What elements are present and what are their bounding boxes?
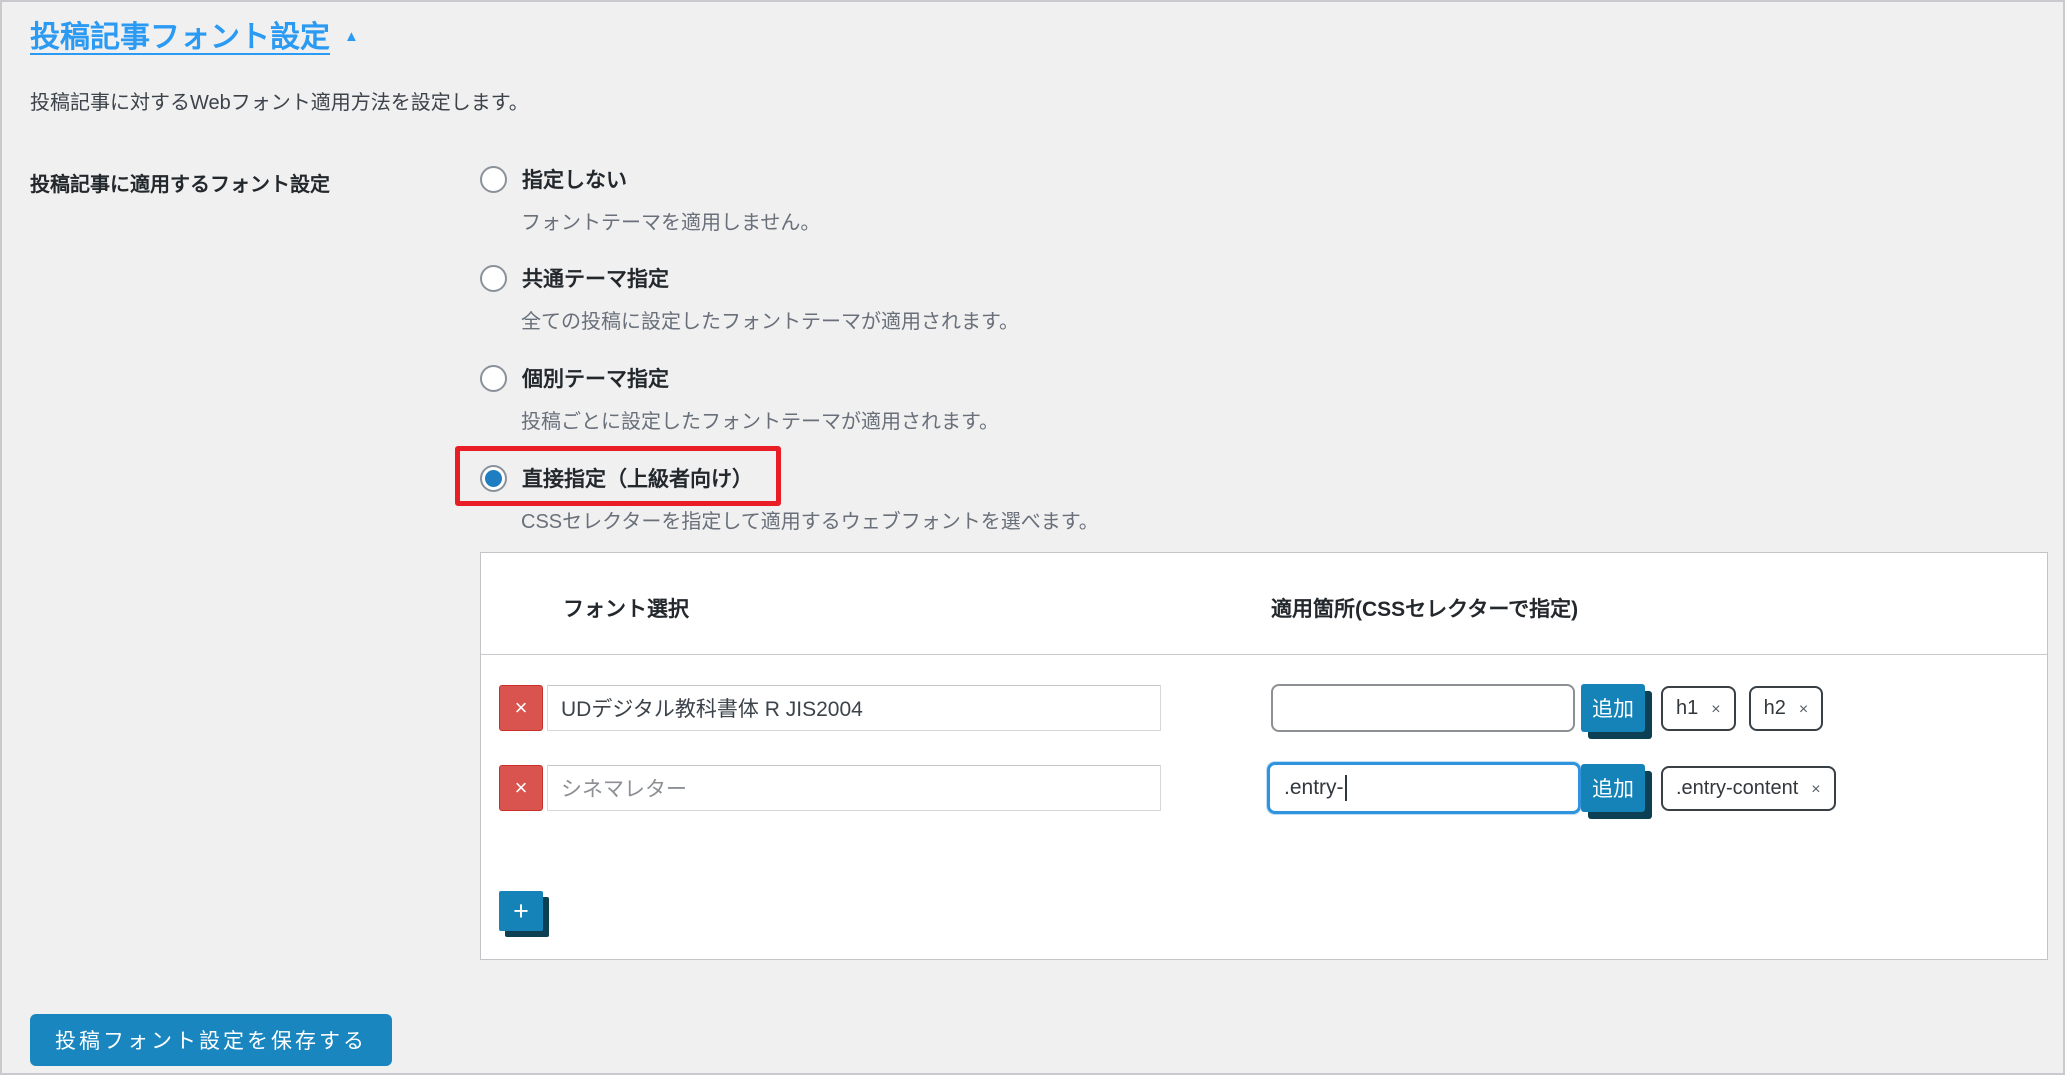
- table-row: × .entry- 追加 .entry-content ×: [481, 764, 2047, 814]
- delete-row-button[interactable]: ×: [499, 765, 543, 811]
- selector-tag-list: h1 × h2 ×: [1661, 686, 1823, 731]
- radio-checked-icon[interactable]: [480, 465, 507, 492]
- selector-tag-label: h1: [1676, 697, 1698, 720]
- add-selector-button[interactable]: 追加: [1581, 684, 1645, 732]
- selector-tag: h1 ×: [1661, 686, 1736, 731]
- selector-tag-label: h2: [1764, 697, 1786, 720]
- radio-description: フォントテーマを適用しません。: [521, 206, 820, 235]
- remove-tag-icon[interactable]: ×: [1711, 699, 1720, 719]
- table-header-row: フォント選択 適用箇所(CSSセレクターで指定): [481, 553, 2047, 655]
- selector-tag-list: .entry-content ×: [1661, 766, 1836, 811]
- radio-icon[interactable]: [480, 166, 507, 193]
- radio-label: 指定しない: [522, 164, 627, 194]
- radio-label: 個別テーマ指定: [522, 363, 669, 393]
- text-caret: [1345, 775, 1347, 801]
- font-selector-table: フォント選択 適用箇所(CSSセレクターで指定) × 追加 h1 × h2 × …: [480, 552, 2048, 960]
- selector-input-focused[interactable]: .entry-: [1267, 762, 1581, 814]
- radio-label: 共通テーマ指定: [522, 263, 669, 293]
- remove-tag-icon[interactable]: ×: [1811, 779, 1820, 799]
- selector-input-value: .entry-: [1284, 776, 1344, 800]
- radio-option-direct-css[interactable]: 直接指定（上級者向け）: [480, 464, 753, 492]
- radio-icon[interactable]: [480, 265, 507, 292]
- selector-tag: .entry-content ×: [1661, 766, 1836, 811]
- radio-description: 投稿ごとに設定したフォントテーマが適用されます。: [521, 405, 999, 434]
- collapse-arrow-icon[interactable]: ▲: [344, 24, 359, 45]
- save-settings-button[interactable]: 投稿フォント設定を保存する: [30, 1014, 392, 1066]
- section-header: 投稿記事フォント設定 ▲: [30, 12, 359, 56]
- radio-description: 全ての投稿に設定したフォントテーマが適用されます。: [521, 305, 1019, 334]
- radio-option-common-theme[interactable]: 共通テーマ指定: [480, 264, 669, 292]
- add-row-button[interactable]: +: [499, 891, 543, 931]
- column-header-font: フォント選択: [563, 593, 689, 623]
- font-name-input[interactable]: [547, 685, 1161, 731]
- font-name-input[interactable]: [547, 765, 1161, 811]
- radio-description: CSSセレクターを指定して適用するウェブフォントを選べます。: [521, 505, 1099, 534]
- section-description: 投稿記事に対するWebフォント適用方法を設定します。: [30, 86, 529, 115]
- selector-tag: h2 ×: [1749, 686, 1824, 731]
- table-row: × 追加 h1 × h2 ×: [481, 684, 2047, 734]
- column-header-selector: 適用箇所(CSSセレクターで指定): [1271, 593, 1578, 623]
- font-setting-field-label: 投稿記事に適用するフォント設定: [30, 168, 330, 197]
- radio-option-individual-theme[interactable]: 個別テーマ指定: [480, 364, 669, 392]
- radio-option-no-font[interactable]: 指定しない: [480, 165, 627, 193]
- remove-tag-icon[interactable]: ×: [1799, 699, 1808, 719]
- delete-row-button[interactable]: ×: [499, 685, 543, 731]
- section-title-link[interactable]: 投稿記事フォント設定: [30, 12, 330, 56]
- post-font-settings-page: { "page": { "title": "投稿記事フォント設定", "coll…: [0, 0, 2065, 1075]
- radio-icon[interactable]: [480, 365, 507, 392]
- radio-label: 直接指定（上級者向け）: [522, 463, 753, 493]
- add-selector-button[interactable]: 追加: [1581, 764, 1645, 812]
- selector-tag-label: .entry-content: [1676, 777, 1798, 800]
- selector-input[interactable]: [1271, 684, 1575, 732]
